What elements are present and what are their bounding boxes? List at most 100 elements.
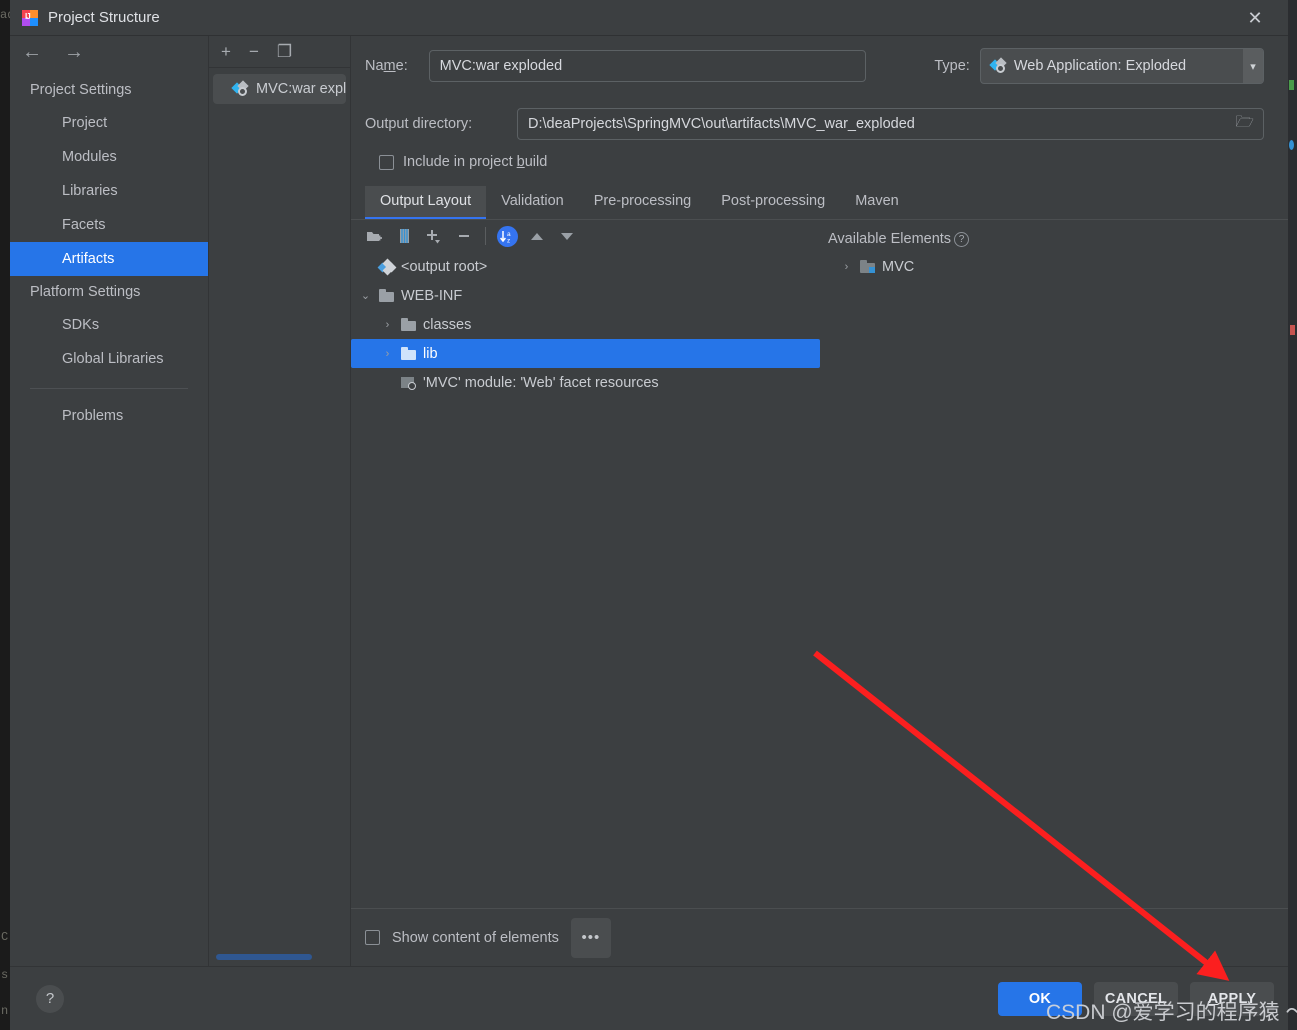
tab-output-layout[interactable]: Output Layout: [365, 186, 487, 219]
tree-twisty[interactable]: ›: [381, 319, 394, 331]
sidebar-item-libraries[interactable]: Libraries: [10, 174, 208, 208]
include-in-build-checkbox[interactable]: [379, 154, 394, 170]
sidebar-item-global-libraries[interactable]: Global Libraries: [10, 342, 208, 376]
name-input[interactable]: [428, 50, 867, 82]
artifact-form: Name: Type: Web Application: Exploded ▾: [351, 36, 1288, 186]
add-dropdown-icon[interactable]: [419, 228, 449, 245]
artifact-item-mvc-war-exploded[interactable]: MVC:war exploded: [213, 74, 346, 104]
help-icon[interactable]: ?: [36, 984, 64, 1013]
folder-open-icon[interactable]: 🗁: [1235, 112, 1254, 137]
tree-row-label: <output root>: [401, 258, 488, 275]
sidebar-item-facets[interactable]: Facets: [10, 208, 208, 242]
close-icon[interactable]: ✕: [1244, 7, 1266, 29]
type-label: Type:: [934, 58, 970, 74]
artifacts-horizontal-scrollbar[interactable]: [216, 954, 312, 960]
include-in-build-row: Include in project build: [379, 154, 1264, 170]
tree-row[interactable]: › classes: [351, 310, 828, 339]
tab-pre-processing[interactable]: Pre-processing: [579, 186, 707, 219]
artifact-item-label: MVC:war exploded: [256, 81, 346, 97]
artifacts-items: MVC:war exploded: [209, 68, 350, 966]
folder-icon: [401, 347, 416, 360]
background-fragment-s: s: [1, 968, 9, 982]
output-directory-label: Output directory:: [365, 116, 473, 132]
tab-validation[interactable]: Validation: [486, 186, 579, 219]
tree-row[interactable]: <output root>: [351, 252, 828, 281]
arrow-left-icon[interactable]: ←: [22, 42, 42, 62]
layout-panes: <output root> ⌄ WEB-INF › classes › lib …: [351, 252, 1288, 908]
tree-row[interactable]: ⌄ WEB-INF: [351, 281, 828, 310]
sidebar-nav-toolbar: ← →: [10, 36, 208, 68]
tree-row[interactable]: 'MVC' module: 'Web' facet resources: [351, 368, 828, 397]
folder-icon: [401, 318, 416, 331]
available-elements-label: Available Elements: [828, 231, 952, 247]
background-fragment-c: C: [1, 930, 9, 944]
available-elements-header-wrap: Available Elements ?: [828, 225, 1288, 247]
available-elements-tree: › MVC: [828, 252, 1288, 908]
sidebar-item-project[interactable]: Project: [10, 106, 208, 140]
folder-icon: [379, 289, 394, 302]
new-directory-icon[interactable]: [359, 229, 389, 244]
sidebar-item-sdks[interactable]: SDKs: [10, 308, 208, 342]
tree-row-label: classes: [423, 316, 472, 333]
csdn-watermark: CSDN @爱学习的程序猿 ～: [1046, 1001, 1297, 1024]
include-in-build-label-tail: uild: [524, 154, 548, 170]
help-icon[interactable]: ?: [954, 231, 970, 247]
available-elements-header: Available Elements ?: [828, 225, 1288, 247]
tab-post-processing[interactable]: Post-processing: [706, 186, 840, 219]
tree-twisty[interactable]: ⌄: [359, 289, 372, 302]
background-left-strip: [0, 0, 10, 1030]
include-in-build-label-head: Include in project: [403, 154, 517, 170]
output-directory-field-wrap: 🗁: [517, 108, 1264, 140]
name-type-row: Name: Type: Web Application: Exploded ▾: [365, 48, 1264, 84]
add-archive-icon[interactable]: [389, 228, 419, 244]
tree-row-label: WEB-INF: [401, 287, 463, 304]
show-content-checkbox[interactable]: [365, 930, 380, 945]
tab-maven[interactable]: Maven: [840, 186, 914, 219]
background-right-mark-red: [1290, 325, 1295, 335]
name-label-tail: e:: [395, 58, 408, 74]
output-directory-input[interactable]: [517, 108, 1264, 140]
include-in-build-mnemonic: b: [516, 154, 525, 170]
background-fragment-n: n: [1, 1004, 9, 1018]
move-down-icon[interactable]: [552, 230, 582, 243]
tree-twisty[interactable]: ›: [840, 261, 853, 273]
sidebar-list: Project Settings Project Modules Librari…: [10, 68, 208, 433]
settings-sidebar: ← → Project Settings Project Modules Lib…: [10, 36, 209, 966]
sidebar-item-problems[interactable]: Problems: [10, 399, 208, 433]
show-content-label[interactable]: Show content of elements: [392, 930, 559, 946]
move-up-icon[interactable]: [522, 230, 552, 243]
tree-row[interactable]: › lib: [351, 339, 820, 368]
plus-icon[interactable]: +: [221, 43, 231, 60]
tree-row[interactable]: › MVC: [828, 252, 1288, 281]
sidebar-item-modules[interactable]: Modules: [10, 140, 208, 174]
output-directory-row: Output directory: 🗁: [365, 108, 1264, 140]
background-right-strip: [1288, 0, 1297, 1030]
arrow-right-icon[interactable]: →: [64, 42, 84, 62]
artifacts-list-panel: + − ❐ MVC:war exploded: [209, 36, 351, 966]
module-icon: [860, 260, 875, 273]
minus-icon[interactable]: −: [249, 43, 259, 60]
name-label-head: Na: [365, 58, 384, 74]
sidebar-group-platform-settings: Platform Settings: [30, 284, 141, 300]
sidebar-item-artifacts[interactable]: Artifacts: [10, 242, 208, 276]
detail-tabs: Output Layout Validation Pre-processing …: [351, 186, 1288, 220]
output-layout-tree: <output root> ⌄ WEB-INF › classes › lib …: [351, 252, 828, 908]
copy-icon[interactable]: ❐: [277, 43, 292, 60]
sidebar-divider: [30, 388, 188, 389]
project-structure-dialog: IJ Project Structure ✕ ← → Project Setti…: [10, 0, 1288, 1030]
svg-text:z: z: [507, 237, 510, 244]
sort-az-icon[interactable]: a z: [492, 225, 522, 247]
toolbar-divider: [485, 227, 486, 245]
artifact-icon: [989, 57, 1007, 73]
remove-icon[interactable]: [449, 228, 479, 244]
detail-bottom-bar: Show content of elements •••: [351, 908, 1288, 966]
include-in-build-label[interactable]: Include in project build: [403, 154, 547, 170]
chevron-down-icon[interactable]: ▾: [1243, 49, 1263, 83]
dialog-titlebar: IJ Project Structure ✕: [10, 0, 1288, 36]
artifact-detail-pane: Name: Type: Web Application: Exploded ▾: [351, 36, 1288, 966]
tree-row-label: lib: [423, 345, 438, 362]
more-options-button[interactable]: •••: [570, 917, 611, 958]
tree-twisty[interactable]: ›: [381, 348, 394, 360]
layout-toolbar-row: a z Available Elements ?: [351, 220, 1288, 252]
type-select[interactable]: Web Application: Exploded ▾: [979, 48, 1264, 84]
